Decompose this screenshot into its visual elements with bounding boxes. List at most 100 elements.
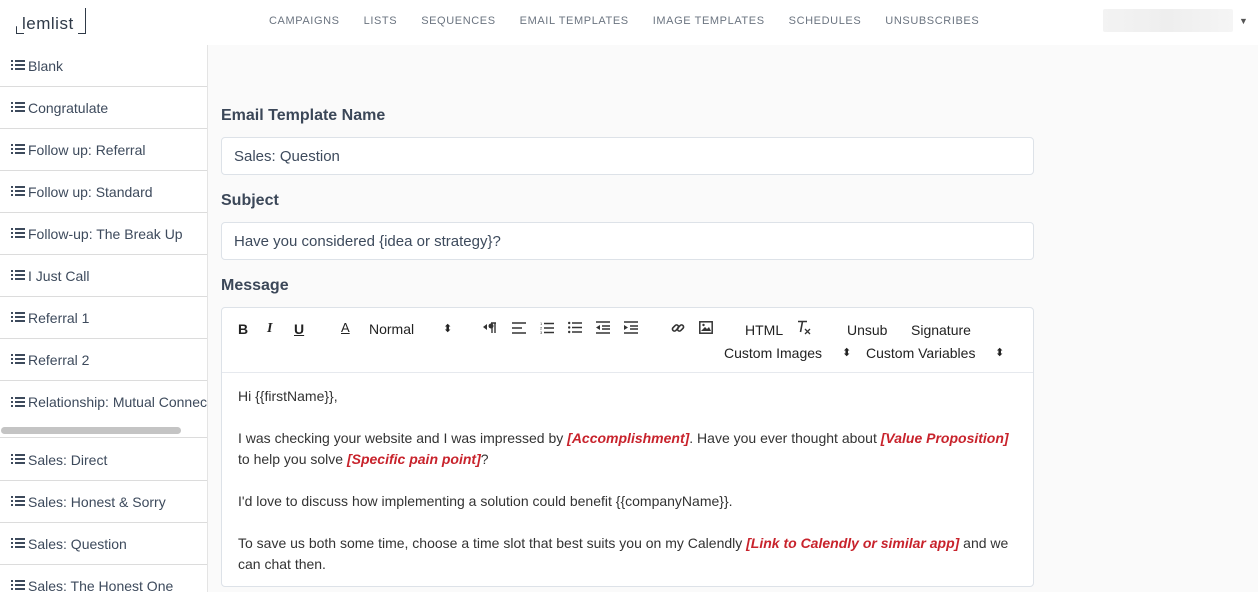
sidebar-item-label: Sales: Honest & Sorry xyxy=(28,493,166,510)
sidebar-item-follow-up-referral[interactable]: Follow up: Referral xyxy=(0,129,207,171)
sidebar-item-follow-up-break-up[interactable]: Follow-up: The Break Up xyxy=(0,213,207,255)
message-paragraph-3: To save us both some time, choose a time… xyxy=(238,533,1018,575)
lemlist-logo[interactable]: lemlist xyxy=(16,5,88,35)
bold-button[interactable]: B xyxy=(238,321,248,337)
list-icon xyxy=(11,312,25,323)
subject-label: Subject xyxy=(221,192,279,209)
ordered-list-icon[interactable]: 123 xyxy=(540,321,554,334)
outdent-icon[interactable] xyxy=(596,321,610,334)
message-greeting: Hi {{firstName}}, xyxy=(238,388,338,404)
placeholder-value-proposition: [Value Proposition] xyxy=(880,430,1009,446)
indent-icon[interactable] xyxy=(624,321,638,334)
link-icon[interactable] xyxy=(671,321,685,335)
message-label: Message xyxy=(221,277,289,294)
sidebar-item-sales-question[interactable]: Sales: Question xyxy=(0,523,207,565)
divider xyxy=(0,437,207,438)
italic-button[interactable]: I xyxy=(267,321,272,337)
bullet-list-icon[interactable] xyxy=(568,321,582,334)
list-icon xyxy=(11,102,25,113)
image-icon[interactable] xyxy=(699,321,713,334)
sidebar-item-label: Sales: The Honest One xyxy=(28,577,174,592)
placeholder-pain-point: [Specific pain point] xyxy=(346,451,481,467)
sidebar-item-label: Relationship: Mutual Connection xyxy=(28,394,207,410)
account-menu[interactable] xyxy=(1103,9,1233,32)
sidebar-item-i-just-call[interactable]: I Just Call xyxy=(0,255,207,297)
sidebar-item-sales-honest-one[interactable]: Sales: The Honest One xyxy=(0,565,207,592)
message-paragraph-2: I'd love to discuss how implementing a s… xyxy=(238,493,733,509)
sidebar-item-label: Follow up: Standard xyxy=(28,183,153,200)
template-name-label: Email Template Name xyxy=(221,107,386,124)
template-name-input[interactable]: Sales: Question xyxy=(221,137,1034,175)
sidebar-item-referral-1[interactable]: Referral 1 xyxy=(0,297,207,339)
sidebar-item-label: Congratulate xyxy=(28,99,109,116)
font-color-button[interactable]: A xyxy=(341,320,350,336)
sidebar-item-label: Referral 2 xyxy=(28,351,90,368)
list-icon xyxy=(11,186,25,197)
list-icon xyxy=(11,228,25,239)
text-span: to help you solve xyxy=(238,451,347,467)
list-icon xyxy=(11,454,25,465)
nav-sequences[interactable]: SEQUENCES xyxy=(421,15,495,27)
sidebar-item-referral-2[interactable]: Referral 2 xyxy=(0,339,207,381)
caret-down-icon[interactable]: ▼ xyxy=(1239,16,1248,26)
sidebar-item-label: Sales: Question xyxy=(28,535,127,552)
message-body[interactable]: Hi {{firstName}}, I was checking your we… xyxy=(238,386,1018,592)
text-span: I was checking your website and I was im… xyxy=(238,430,568,446)
list-icon xyxy=(11,396,25,408)
top-navbar: lemlist CAMPAIGNS LISTS SEQUENCES EMAIL … xyxy=(0,0,1258,45)
heading-select-arrows-icon[interactable]: ⬍ xyxy=(443,321,452,337)
sidebar-item-label: Sales: Direct xyxy=(28,451,108,468)
custom-images-select[interactable]: Custom Images xyxy=(724,345,822,361)
subject-input[interactable]: Have you considered {idea or strategy}? xyxy=(221,222,1034,260)
list-icon xyxy=(11,144,25,155)
nav-email-templates[interactable]: EMAIL TEMPLATES xyxy=(520,15,629,27)
sidebar-item-sales-direct[interactable]: Sales: Direct xyxy=(0,439,207,481)
clear-formatting-icon[interactable] xyxy=(796,320,812,335)
list-icon xyxy=(11,538,25,549)
sidebar-item-label: Follow-up: The Break Up xyxy=(28,225,183,242)
heading-select[interactable]: Normal xyxy=(369,321,414,337)
nav-image-templates[interactable]: IMAGE TEMPLATES xyxy=(653,15,765,27)
sidebar-item-relationship-mutual-connection[interactable]: Relationship: Mutual Connection xyxy=(0,381,207,423)
sidebar-item-congratulate[interactable]: Congratulate xyxy=(0,87,207,129)
template-sidebar: Blank Congratulate Follow up: Referral F… xyxy=(0,45,208,592)
sidebar-horizontal-scrollbar[interactable] xyxy=(1,427,181,434)
message-paragraph-1: I was checking your website and I was im… xyxy=(238,428,1018,470)
placeholder-accomplishment: [Accomplishment] xyxy=(567,430,690,446)
sidebar-item-blank[interactable]: Blank xyxy=(0,45,207,87)
list-icon xyxy=(11,496,25,507)
list-icon xyxy=(11,270,25,281)
message-editor: B I U A Normal ⬍ 123 HTML Unsub Signatur… xyxy=(221,307,1034,587)
text-span: ? xyxy=(480,451,489,467)
sidebar-item-label: Referral 1 xyxy=(28,309,90,326)
unsub-button[interactable]: Unsub xyxy=(847,322,887,338)
align-left-icon[interactable] xyxy=(512,322,526,334)
nav-unsubscribes[interactable]: UNSUBSCRIBES xyxy=(885,15,979,27)
nav-schedules[interactable]: SCHEDULES xyxy=(789,15,862,27)
nav-lists[interactable]: LISTS xyxy=(364,15,398,27)
list-icon xyxy=(11,580,25,591)
editor-toolbar: B I U A Normal ⬍ 123 HTML Unsub Signatur… xyxy=(222,308,1033,373)
custom-variables-arrows-icon[interactable]: ⬍ xyxy=(995,345,1004,361)
signature-button[interactable]: Signature xyxy=(911,322,971,338)
custom-images-arrows-icon[interactable]: ⬍ xyxy=(842,345,851,361)
template-editor-panel: Email Template Name Sales: Question Subj… xyxy=(208,45,1258,592)
svg-text:3: 3 xyxy=(540,330,543,334)
sidebar-item-label: Follow up: Referral xyxy=(28,141,146,158)
main-nav: CAMPAIGNS LISTS SEQUENCES EMAIL TEMPLATE… xyxy=(269,15,1003,27)
html-button[interactable]: HTML xyxy=(745,322,783,338)
text-span: To save us both some time, choose a time… xyxy=(238,535,747,551)
sidebar-item-label: I Just Call xyxy=(28,267,90,284)
nav-campaigns[interactable]: CAMPAIGNS xyxy=(269,15,340,27)
logo-text: lemlist xyxy=(22,14,74,33)
sidebar-item-sales-honest-sorry[interactable]: Sales: Honest & Sorry xyxy=(0,481,207,523)
list-icon xyxy=(11,354,25,365)
sidebar-item-follow-up-standard[interactable]: Follow up: Standard xyxy=(0,171,207,213)
placeholder-calendly-link: [Link to Calendly or similar app] xyxy=(746,535,960,551)
text-direction-icon[interactable] xyxy=(483,322,497,334)
sidebar-item-label: Blank xyxy=(28,57,64,74)
custom-variables-select[interactable]: Custom Variables xyxy=(866,345,975,361)
underline-button[interactable]: U xyxy=(294,321,304,337)
list-icon xyxy=(11,60,25,71)
text-span: . Have you ever thought about xyxy=(689,430,881,446)
